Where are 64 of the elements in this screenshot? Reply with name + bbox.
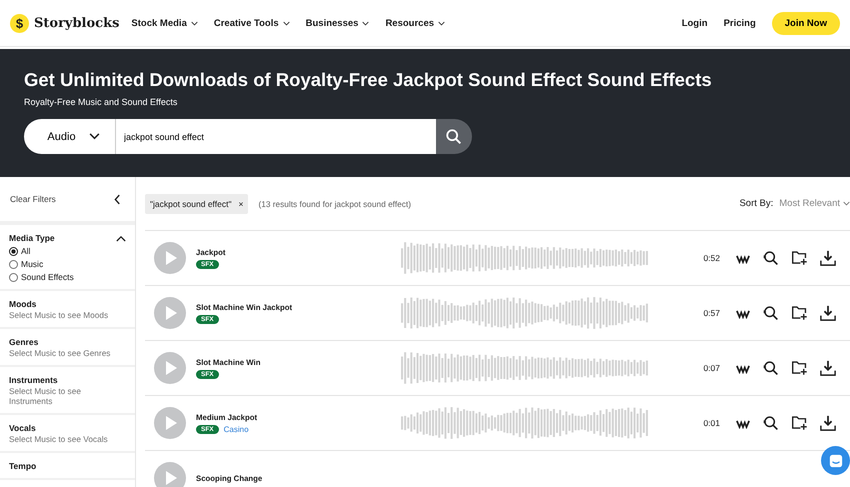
similar-search-icon[interactable] — [762, 360, 779, 376]
nav-menu[interactable]: Stock Media — [131, 18, 198, 28]
download-icon[interactable] — [820, 415, 836, 431]
chat-button[interactable] — [821, 446, 850, 475]
download-icon[interactable] — [820, 305, 836, 321]
page-subheading: Royalty-Free Music and Sound Effects — [24, 97, 178, 107]
collapse-icon[interactable] — [114, 194, 121, 204]
filter-hint: Select Music to see Moods — [9, 310, 110, 320]
clear-filters-link[interactable]: Clear Filters — [10, 194, 56, 204]
filter-heading[interactable]: Tempo — [9, 461, 126, 471]
chevron-down-icon — [282, 20, 290, 26]
track-duration: 0:01 — [703, 418, 720, 428]
chevron-down-icon — [88, 133, 100, 140]
track-duration: 0:57 — [703, 308, 720, 318]
filter-heading[interactable]: Moods — [9, 299, 126, 309]
chevron-down-icon — [362, 20, 370, 26]
search-term-chip[interactable]: "jackpot sound effect" × — [145, 194, 248, 214]
chevron-down-icon — [843, 201, 850, 206]
filter-heading[interactable]: Vocals — [9, 423, 126, 433]
sort-label: Sort By: — [739, 198, 774, 209]
header-link[interactable]: Pricing — [724, 18, 756, 28]
filter-heading: Media Type — [9, 233, 55, 243]
page-heading: Get Unlimited Downloads of Royalty-Free Jackpot Sound Effect Sound Effects — [24, 69, 713, 91]
join-now-button[interactable]: Join Now — [772, 12, 840, 34]
radio-option[interactable]: Sound Effects — [9, 272, 126, 282]
logo-wordmark[interactable]: Storyblocks — [34, 16, 120, 30]
chevron-down-icon — [438, 20, 446, 26]
track-duration: 0:52 — [703, 253, 720, 263]
filter-hint: Select Music to see Vocals — [9, 434, 109, 444]
track-duration: 0:07 — [703, 363, 720, 373]
sort-dropdown[interactable]: Most Relevant — [779, 198, 850, 209]
filter-heading[interactable]: Instruments — [9, 375, 126, 385]
caret-icon[interactable] — [116, 234, 126, 242]
nav-menu[interactable]: Resources — [385, 18, 446, 28]
radio-option[interactable]: Music — [9, 259, 126, 269]
filter-hint: Select Music to see Instruments — [9, 386, 82, 406]
search-field[interactable]: jackpot sound effect — [116, 119, 436, 154]
add-to-folder-icon[interactable] — [791, 305, 808, 321]
header-link[interactable]: Login — [682, 18, 708, 28]
download-icon[interactable] — [820, 250, 836, 266]
waveform-search-icon[interactable] — [736, 252, 750, 264]
chevron-down-icon — [190, 20, 198, 26]
similar-search-icon[interactable] — [762, 250, 779, 266]
add-to-folder-icon[interactable] — [791, 360, 808, 376]
nav-menu[interactable]: Businesses — [306, 18, 370, 28]
filter-hint: Select Music to see Genres — [9, 348, 112, 358]
download-icon[interactable] — [820, 360, 836, 376]
add-to-folder-icon[interactable] — [791, 250, 808, 266]
radio-option[interactable]: All — [9, 246, 126, 256]
add-to-folder-icon[interactable] — [791, 415, 808, 431]
category-dropdown[interactable]: Audio — [24, 119, 116, 154]
search-icon — [445, 128, 463, 146]
category-link[interactable]: Casino — [224, 424, 249, 434]
search-button[interactable] — [436, 119, 472, 154]
chat-icon — [828, 454, 842, 468]
waveform-search-icon[interactable] — [736, 308, 750, 318]
similar-search-icon[interactable] — [762, 414, 779, 432]
waveform-search-icon[interactable] — [736, 418, 750, 428]
nav-menu[interactable]: Creative Tools — [214, 18, 290, 28]
filter-heading[interactable]: Genres — [9, 337, 126, 347]
results-count: (13 results found for jackpot sound effect) — [258, 198, 411, 208]
waveform-search-icon[interactable] — [736, 362, 750, 374]
logo-icon[interactable]: $ — [10, 14, 29, 32]
similar-search-icon[interactable] — [762, 304, 779, 322]
